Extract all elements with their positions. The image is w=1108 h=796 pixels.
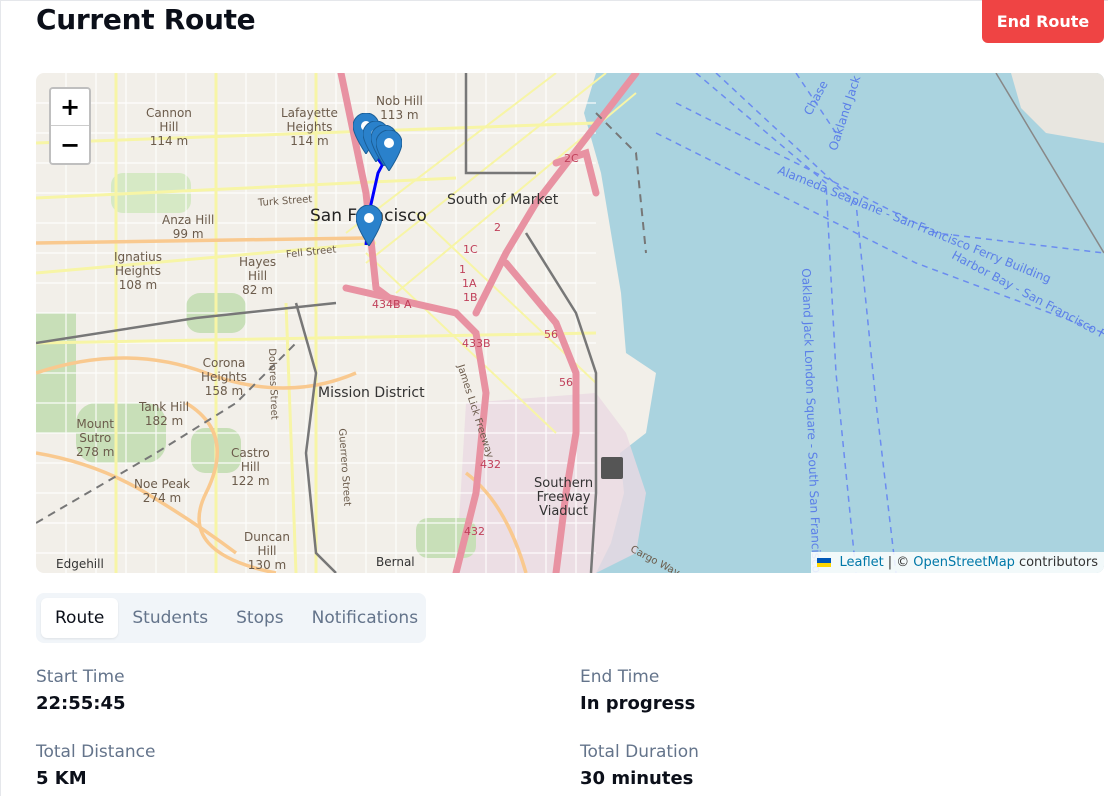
total-duration-label: Total Duration [580, 742, 699, 762]
end-time-label: End Time [580, 667, 660, 687]
label-duncan-hill: Duncan Hill 130 m [244, 530, 291, 572]
start-time-field: Start Time 22:55:45 [36, 667, 126, 714]
page-title: Current Route [36, 3, 256, 36]
page-left-border [0, 0, 1, 796]
end-route-button[interactable]: End Route [982, 0, 1104, 43]
bay-water [584, 73, 1104, 573]
label-route-432b: 432 [464, 525, 485, 538]
stop-marker[interactable] [356, 205, 382, 246]
label-route-432a: 432 [480, 458, 501, 471]
route-map[interactable]: Cannon Hill 114 m Lafayette Heights 114 … [36, 73, 1104, 573]
label-route-1a: 1A [462, 277, 477, 290]
route-tabs: Route Students Stops Notifications [36, 593, 426, 643]
label-route-56b: 56 [559, 376, 573, 389]
leaflet-link[interactable]: Leaflet [839, 555, 883, 570]
end-time-field: End Time In progress [580, 667, 695, 714]
attribution-suffix: contributors [1018, 555, 1098, 570]
label-route-2c: 2C [564, 152, 579, 165]
label-tank-hill: Tank Hill 182 m [139, 400, 190, 428]
map-attribution: Leaflet | © OpenStreetMap contributors [811, 552, 1104, 573]
openstreetmap-link[interactable]: OpenStreetMap [913, 555, 1015, 570]
attribution-separator: | © [887, 555, 910, 570]
label-anza-hill: Anza Hill 99 m [162, 213, 215, 241]
label-south-of-market: South of Market [447, 192, 559, 208]
label-edgehill: Edgehill [56, 557, 104, 571]
label-route-56a: 56 [544, 328, 558, 341]
label-route-1c: 1C [463, 243, 478, 256]
label-route-1: 1 [459, 263, 466, 276]
total-distance-field: Total Distance 5 KM [36, 742, 155, 789]
label-route-434b: 434B A [372, 298, 412, 311]
zoom-control: + − [49, 87, 91, 165]
label-route-433b: 433B [462, 337, 491, 350]
tab-students[interactable]: Students [118, 598, 222, 638]
total-distance-label: Total Distance [36, 742, 156, 762]
ukraine-flag-icon [817, 558, 832, 567]
label-castro-hill: Castro Hill 122 m [231, 446, 270, 488]
label-dolores-street: Dolores Street [266, 348, 280, 420]
label-bernal: Bernal [376, 555, 415, 569]
tab-notifications[interactable]: Notifications [298, 598, 432, 638]
tab-route[interactable]: Route [41, 598, 119, 638]
zoom-out-button[interactable]: − [51, 126, 89, 163]
label-route-1b: 1B [463, 291, 478, 304]
label-ignatius: Ignatius Heights 108 m [114, 250, 163, 292]
label-hayes-hill: Hayes Hill 82 m [239, 255, 277, 297]
tab-stops[interactable]: Stops [222, 598, 298, 638]
zoom-in-button[interactable]: + [51, 89, 89, 126]
start-time-value: 22:55:45 [36, 693, 126, 714]
label-nob-hill: Nob Hill 113 m [376, 94, 423, 122]
label-noe-peak: Noe Peak 274 m [134, 477, 191, 505]
total-duration-field: Total Duration 30 minutes [580, 742, 699, 789]
page-top-border [0, 0, 1108, 1]
stop-marker[interactable] [376, 130, 402, 171]
total-distance-value: 5 KM [36, 768, 87, 789]
end-time-value: In progress [580, 693, 696, 714]
label-lafayette: Lafayette Heights 114 m [281, 106, 338, 148]
label-route-2: 2 [494, 221, 501, 234]
label-southern-freeway: Southern Freeway Viaduct [534, 476, 594, 519]
label-mount-sutro: Mount Sutro 278 m [76, 417, 115, 459]
label-cannon-hill: Cannon Hill 114 m [146, 106, 192, 148]
pier-icon [601, 457, 623, 479]
start-time-label: Start Time [36, 667, 125, 687]
label-corona: Corona Heights 158 m [201, 356, 247, 398]
total-duration-value: 30 minutes [580, 768, 694, 789]
label-mission-district: Mission District [318, 385, 425, 401]
